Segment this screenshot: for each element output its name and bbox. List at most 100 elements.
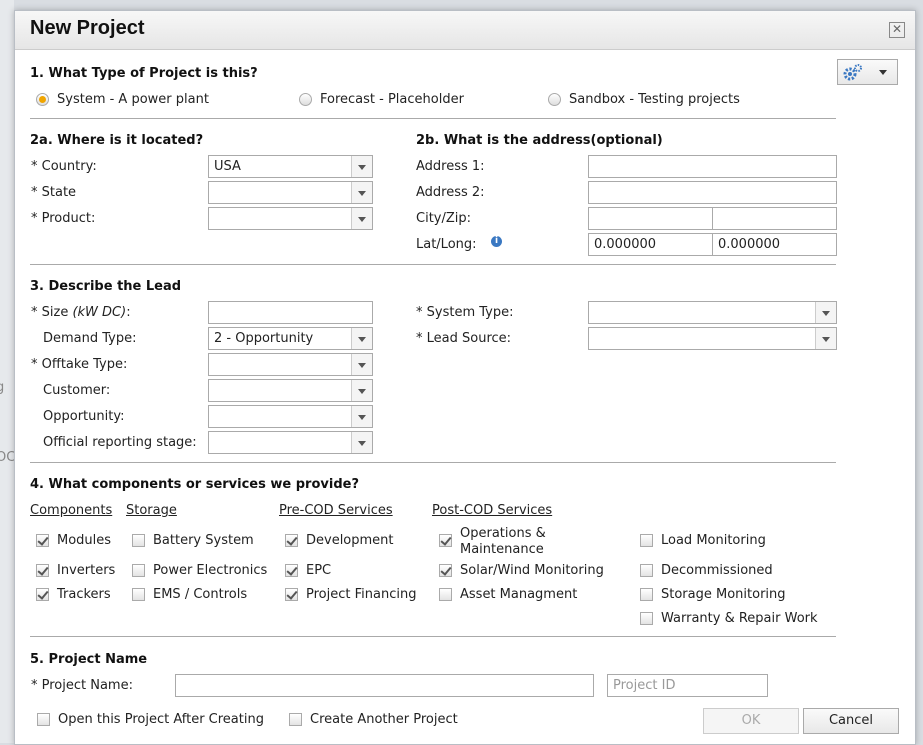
checkbox-inverters[interactable]: Inverters bbox=[36, 563, 115, 578]
dialog-title: New Project bbox=[30, 17, 145, 39]
checkbox-label: Power Electronics bbox=[153, 563, 268, 578]
checkbox-create-another[interactable]: Create Another Project bbox=[289, 712, 458, 727]
checkbox-indicator bbox=[36, 564, 49, 577]
checkbox-modules[interactable]: Modules bbox=[36, 533, 111, 548]
reporting-stage-select[interactable] bbox=[208, 431, 373, 454]
size-input[interactable] bbox=[208, 301, 373, 324]
address1-label: Address 1: bbox=[416, 159, 485, 174]
checkbox-warranty-repair[interactable]: Warranty & Repair Work bbox=[640, 611, 818, 626]
ok-button[interactable]: OK bbox=[703, 708, 799, 734]
cityzip-label: City/Zip: bbox=[416, 211, 472, 226]
chevron-down-icon[interactable] bbox=[351, 380, 372, 401]
chevron-down-icon[interactable] bbox=[351, 406, 372, 427]
divider bbox=[30, 462, 836, 463]
section-lead-title: 3. Describe the Lead bbox=[30, 279, 182, 294]
state-label: * State bbox=[31, 185, 77, 200]
customer-label: Customer: bbox=[43, 383, 111, 398]
checkbox-ems-controls[interactable]: EMS / Controls bbox=[132, 587, 247, 602]
info-icon[interactable]: i bbox=[491, 236, 502, 247]
zip-input[interactable] bbox=[712, 207, 837, 230]
chevron-down-icon[interactable] bbox=[351, 328, 372, 349]
checkbox-indicator bbox=[132, 564, 145, 577]
checkbox-label: EMS / Controls bbox=[153, 587, 248, 602]
longitude-input[interactable]: 0.000000 bbox=[712, 233, 837, 256]
checkbox-label: Battery System bbox=[153, 533, 254, 548]
system-type-label: * System Type: bbox=[416, 305, 514, 320]
cancel-button[interactable]: Cancel bbox=[803, 708, 899, 734]
size-label-text: * Size bbox=[31, 305, 73, 320]
checkbox-asset-management[interactable]: Asset Managment bbox=[439, 587, 577, 602]
checkbox-label: Development bbox=[306, 533, 394, 548]
chevron-down-icon[interactable] bbox=[351, 208, 372, 229]
chevron-down-icon[interactable] bbox=[815, 302, 836, 323]
checkbox-solar-wind-monitoring[interactable]: Solar/Wind Monitoring bbox=[439, 563, 604, 578]
latlong-label: Lat/Long: bbox=[416, 237, 477, 252]
checkbox-indicator bbox=[285, 564, 298, 577]
checkbox-operations-maintenance[interactable]: Operations & Maintenance bbox=[439, 526, 546, 558]
address1-input[interactable] bbox=[588, 155, 837, 178]
dialog-titlebar[interactable]: New Project ✕ bbox=[15, 11, 915, 50]
checkbox-storage-monitoring[interactable]: Storage Monitoring bbox=[640, 587, 786, 602]
checkbox-load-monitoring[interactable]: Load Monitoring bbox=[640, 533, 766, 548]
close-icon[interactable]: ✕ bbox=[889, 22, 905, 38]
checkbox-indicator bbox=[640, 588, 653, 601]
country-value: USA bbox=[214, 159, 241, 174]
checkbox-label: Inverters bbox=[57, 563, 116, 578]
checkbox-indicator bbox=[439, 534, 452, 547]
checkbox-project-financing[interactable]: Project Financing bbox=[285, 587, 416, 602]
background-strip: g OC bbox=[0, 0, 15, 743]
checkbox-indicator bbox=[285, 534, 298, 547]
demand-type-value: 2 - Opportunity bbox=[214, 331, 314, 346]
project-id-input[interactable]: Project ID bbox=[607, 674, 768, 697]
demand-type-select[interactable]: 2 - Opportunity bbox=[208, 327, 373, 350]
divider bbox=[30, 118, 836, 119]
checkbox-battery-system[interactable]: Battery System bbox=[132, 533, 254, 548]
state-select[interactable] bbox=[208, 181, 373, 204]
checkbox-label: Operations & Maintenance bbox=[460, 526, 546, 558]
chevron-down-icon[interactable] bbox=[351, 432, 372, 453]
checkbox-label: Open this Project After Creating bbox=[58, 712, 264, 727]
checkbox-label-line2: Maintenance bbox=[460, 542, 544, 557]
offtake-type-label: * Offtake Type: bbox=[31, 357, 128, 372]
section-address-title: 2b. What is the address(optional) bbox=[416, 133, 663, 148]
radio-system[interactable]: System - A power plant bbox=[36, 92, 209, 107]
chevron-down-icon[interactable] bbox=[351, 354, 372, 375]
customer-select[interactable] bbox=[208, 379, 373, 402]
new-project-dialog: New Project ✕ 1. What Type of Project is… bbox=[14, 10, 916, 745]
radio-forecast[interactable]: Forecast - Placeholder bbox=[299, 92, 464, 107]
offtake-type-select[interactable] bbox=[208, 353, 373, 376]
city-input[interactable] bbox=[588, 207, 713, 230]
checkbox-power-electronics[interactable]: Power Electronics bbox=[132, 563, 267, 578]
product-select[interactable] bbox=[208, 207, 373, 230]
checkbox-indicator bbox=[132, 588, 145, 601]
project-name-label: * Project Name: bbox=[31, 678, 133, 693]
country-select[interactable]: USA bbox=[208, 155, 373, 178]
radio-indicator bbox=[299, 93, 312, 106]
checkbox-indicator bbox=[640, 564, 653, 577]
chevron-down-icon[interactable] bbox=[351, 182, 372, 203]
checkbox-label: Solar/Wind Monitoring bbox=[460, 563, 604, 578]
checkbox-label-line1: Operations & bbox=[460, 526, 546, 541]
settings-dropdown-button[interactable] bbox=[837, 59, 898, 85]
divider bbox=[30, 636, 836, 637]
checkbox-trackers[interactable]: Trackers bbox=[36, 587, 111, 602]
size-label-colon: : bbox=[126, 305, 131, 320]
radio-sandbox[interactable]: Sandbox - Testing projects bbox=[548, 92, 740, 107]
checkbox-development[interactable]: Development bbox=[285, 533, 394, 548]
project-name-input[interactable] bbox=[175, 674, 594, 697]
checkbox-label: Decommissioned bbox=[661, 563, 773, 578]
checkbox-indicator bbox=[132, 534, 145, 547]
opportunity-select[interactable] bbox=[208, 405, 373, 428]
lead-source-select[interactable] bbox=[588, 327, 837, 350]
chevron-down-icon[interactable] bbox=[815, 328, 836, 349]
checkbox-decommissioned[interactable]: Decommissioned bbox=[640, 563, 773, 578]
system-type-select[interactable] bbox=[588, 301, 837, 324]
checkbox-indicator bbox=[439, 588, 452, 601]
checkbox-open-after-creating[interactable]: Open this Project After Creating bbox=[37, 712, 264, 727]
checkbox-epc[interactable]: EPC bbox=[285, 563, 331, 578]
precod-header: Pre-COD Services bbox=[279, 503, 393, 518]
latitude-input[interactable]: 0.000000 bbox=[588, 233, 713, 256]
address2-input[interactable] bbox=[588, 181, 837, 204]
checkbox-label: Modules bbox=[57, 533, 112, 548]
chevron-down-icon[interactable] bbox=[351, 156, 372, 177]
